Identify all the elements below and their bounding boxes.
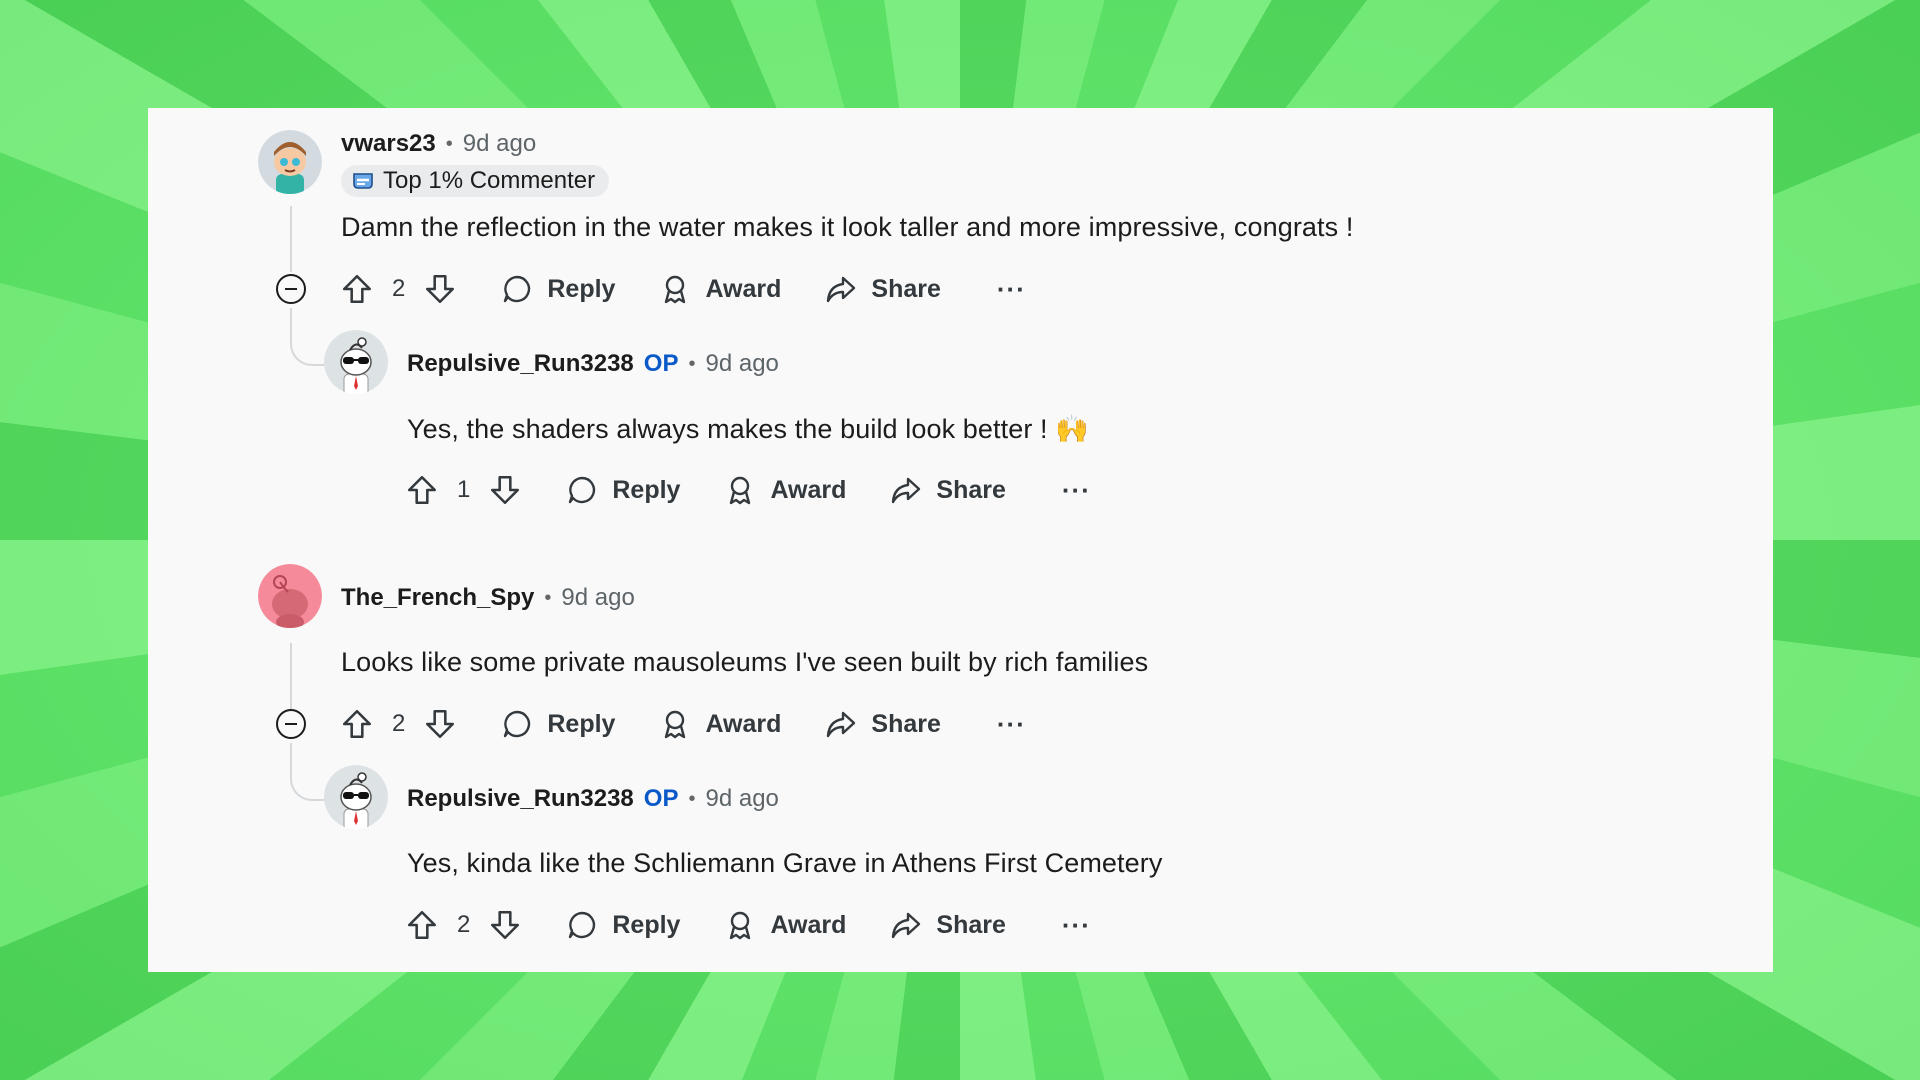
comment-actions: 2 Reply Award Share ···	[405, 905, 1091, 945]
reply-button[interactable]: Reply	[501, 273, 615, 305]
downvote-icon[interactable]	[488, 473, 522, 507]
timestamp[interactable]: 9d ago	[705, 785, 778, 813]
share-icon	[892, 477, 921, 504]
share-icon	[827, 276, 856, 303]
thread-connector	[290, 743, 326, 801]
timestamp[interactable]: 9d ago	[463, 130, 536, 158]
award-label: Award	[705, 274, 782, 303]
share-icon	[892, 912, 921, 939]
award-label: Award	[705, 709, 782, 738]
share-button[interactable]: Share	[825, 273, 941, 305]
award-icon	[665, 275, 686, 304]
comment-body: Looks like some private mausoleums I've …	[341, 647, 1149, 677]
more-options-button[interactable]: ···	[1062, 910, 1091, 941]
reply-icon	[569, 476, 596, 504]
award-icon	[730, 911, 751, 940]
more-options-button[interactable]: ···	[1062, 475, 1091, 506]
award-button[interactable]: Award	[724, 474, 846, 506]
comment-meta: The_French_Spy • 9d ago	[341, 582, 635, 614]
separator-dot: •	[688, 787, 696, 810]
award-button[interactable]: Award	[659, 273, 781, 305]
collapse-thread-button[interactable]	[276, 709, 306, 739]
timestamp[interactable]: 9d ago	[561, 584, 634, 612]
user-flair: Top 1% Commenter	[341, 165, 610, 197]
avatar[interactable]	[324, 765, 388, 829]
collapse-thread-button[interactable]	[276, 274, 306, 304]
username[interactable]: vwars23	[341, 130, 436, 158]
upvote-icon[interactable]	[405, 908, 439, 942]
separator-dot: •	[445, 132, 453, 155]
username[interactable]: Repulsive_Run3238	[407, 350, 634, 378]
thread-connector	[290, 308, 326, 366]
avatar[interactable]	[324, 330, 388, 394]
upvote-icon[interactable]	[340, 707, 374, 741]
share-button[interactable]: Share	[890, 909, 1006, 941]
comment-actions: 1 Reply Award Share ···	[405, 470, 1091, 510]
upvote-icon[interactable]	[340, 272, 374, 306]
comment-body: Damn the reflection in the water makes i…	[341, 212, 1354, 242]
share-button[interactable]: Share	[825, 708, 941, 740]
share-label: Share	[871, 274, 941, 303]
share-label: Share	[936, 475, 1006, 504]
reply-button[interactable]: Reply	[566, 474, 680, 506]
vote-count: 1	[457, 476, 471, 503]
reply-icon	[504, 275, 531, 303]
username[interactable]: Repulsive_Run3238	[407, 785, 634, 813]
timestamp[interactable]: 9d ago	[705, 350, 778, 378]
separator-dot: •	[688, 352, 696, 375]
share-button[interactable]: Share	[890, 474, 1006, 506]
vote-count: 2	[457, 911, 471, 938]
avatar[interactable]	[258, 564, 322, 628]
reply-icon	[569, 911, 596, 939]
award-icon	[665, 710, 686, 739]
vote-count: 2	[392, 710, 406, 737]
vote-count: 2	[392, 275, 406, 302]
upvote-icon[interactable]	[405, 473, 439, 507]
share-icon	[827, 711, 856, 738]
avatar[interactable]	[258, 130, 322, 194]
downvote-icon[interactable]	[423, 707, 457, 741]
comment-actions: 2 Reply Award Share ···	[340, 704, 1026, 744]
reply-button[interactable]: Reply	[501, 708, 615, 740]
separator-dot: •	[544, 586, 552, 609]
award-label: Award	[770, 475, 847, 504]
reply-label: Reply	[612, 910, 681, 939]
reply-icon	[504, 710, 531, 738]
op-badge: OP	[643, 350, 679, 377]
award-label: Award	[770, 910, 847, 939]
reply-label: Reply	[547, 709, 616, 738]
reply-button[interactable]: Reply	[566, 909, 680, 941]
award-button[interactable]: Award	[659, 708, 781, 740]
username[interactable]: The_French_Spy	[341, 584, 534, 612]
comment-body: Yes, kinda like the Schliemann Grave in …	[407, 848, 1163, 878]
downvote-icon[interactable]	[423, 272, 457, 306]
comment-meta: Repulsive_Run3238 OP • 9d ago	[407, 783, 779, 815]
comment-meta: vwars23 • 9d ago	[341, 128, 536, 160]
award-icon	[730, 476, 751, 505]
reply-label: Reply	[612, 475, 681, 504]
comment-award-icon	[353, 173, 373, 189]
more-options-button[interactable]: ···	[997, 709, 1026, 740]
more-options-button[interactable]: ···	[997, 274, 1026, 305]
comment-meta: Repulsive_Run3238 OP • 9d ago	[407, 348, 779, 380]
comments-panel: vwars23 • 9d ago Top 1% Commenter Damn t…	[148, 108, 1773, 972]
comment-body: Yes, the shaders always makes the build …	[407, 414, 1089, 444]
comment-actions: 2 Reply Award Share ···	[340, 269, 1026, 309]
op-badge: OP	[643, 785, 679, 812]
flair-label: Top 1% Commenter	[383, 167, 596, 194]
thread-line	[290, 643, 292, 709]
thread-line	[290, 206, 292, 272]
reply-label: Reply	[547, 274, 616, 303]
award-button[interactable]: Award	[724, 909, 846, 941]
share-label: Share	[871, 709, 941, 738]
share-label: Share	[936, 910, 1006, 939]
downvote-icon[interactable]	[488, 908, 522, 942]
